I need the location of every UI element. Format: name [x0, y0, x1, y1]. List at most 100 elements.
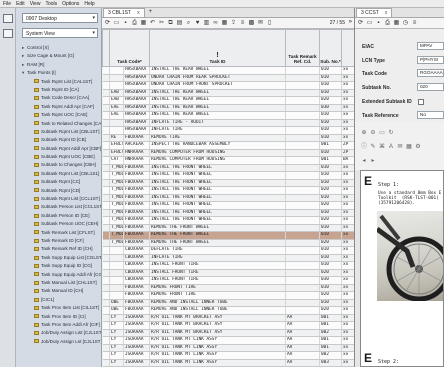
table-cell[interactable]: HRSXBAAA [123, 81, 150, 90]
save-icon[interactable]: ▪ [375, 20, 382, 27]
table-cell[interactable]: INSTALL THE REAR WHEEL [149, 89, 286, 97]
table-cell[interactable]: INSTALL THE REAR WHEEL [149, 111, 286, 120]
refresh-icon[interactable]: ⟳ [357, 20, 364, 27]
table-cell[interactable]: ZP [341, 141, 354, 150]
table-cell[interactable]: EAE [109, 104, 124, 112]
table-cell[interactable] [102, 186, 110, 195]
sidebar-tree-item[interactable]: Task Rqmt List [CAL1ST] [16, 78, 101, 86]
table-cell[interactable] [102, 299, 110, 307]
table-row[interactable]: HRSXBAAA UNDAR CHAIN FROM FRONT SPROCKET 0… [102, 81, 354, 90]
table-cell[interactable]: CBOXAAA [123, 246, 150, 255]
table-row[interactable]: T_MOD FBOXAAA INSTALL THE FRONT WHEEL 010 xx [102, 209, 354, 217]
list-icon[interactable]: ≡ [239, 20, 246, 27]
table-cell[interactable]: xx [341, 171, 354, 180]
table-row[interactable]: LY JSOAAAA R/R OIL TANK MT LINK ASSY AA 001 x… [102, 336, 354, 345]
table-cell[interactable]: xx [341, 321, 354, 330]
table-cell[interactable] [102, 134, 110, 142]
table-row[interactable]: T_MOD FBOXAAA INSTALL THE FRONT WHEEL 010 xx [102, 171, 354, 180]
close-icon[interactable]: x [137, 9, 140, 17]
table-row[interactable]: RE FBOXAAA REMOVE TIRE 010 xx [102, 134, 354, 142]
table-cell[interactable]: R/R OIL TANK MT LINK ASSY [149, 336, 286, 345]
favorite-icon[interactable]: ♥ [194, 20, 201, 27]
zoom-in-icon[interactable]: ⊕ [361, 130, 367, 136]
table-cell[interactable] [102, 306, 110, 315]
sidebar-tree-item[interactable]: Subtask Person ID [CE] [16, 212, 101, 220]
table-cell[interactable]: 010 [319, 284, 342, 292]
table-cell[interactable]: CBOXAAA [123, 276, 150, 285]
table-cell[interactable]: INFLATE TIRE [149, 254, 286, 262]
table-cell[interactable]: R/R OIL TANK MT LINK ASSY [149, 344, 286, 352]
table-cell[interactable] [285, 96, 320, 105]
table-cell[interactable]: AA [285, 359, 320, 367]
table-cell[interactable] [102, 216, 110, 225]
table-cell[interactable] [102, 254, 110, 262]
table-cell[interactable]: REMOVE FRONT TIRE [149, 291, 286, 300]
table-row[interactable]: T_MOD FBOXAAA INSTALL THE FRONT WHEEL 020 xx [102, 186, 354, 195]
table-row[interactable]: CBOXAAA INSTALL FRONT TIRE 010 xx [102, 261, 354, 270]
table-cell[interactable]: LY [109, 329, 124, 337]
menu-item[interactable]: Options [62, 1, 79, 7]
col-header-sub-no[interactable]: Sub. No.* [319, 29, 342, 67]
sidebar-tree-item[interactable]: Subtask Rqmt List [CCL1ST] [16, 195, 101, 203]
table-cell[interactable]: INSTALL THE REAR WHEEL [149, 66, 286, 75]
table-row[interactable]: HRSXBAAA INFLATE TIRE - AUDIT 010 xx [102, 119, 354, 127]
sidebar-tree-item[interactable]: ▾ Task Points [I] [16, 69, 101, 77]
table-cell[interactable]: HRSXBAAA [123, 111, 150, 120]
col-header-task-id[interactable]: ! Task ID [149, 29, 286, 67]
table-cell[interactable] [102, 179, 110, 187]
table-cell[interactable]: xx [341, 314, 354, 322]
menu-item[interactable]: Tools [45, 1, 57, 7]
table-cell[interactable]: xx [341, 81, 354, 90]
table-cell[interactable] [102, 104, 110, 112]
table-cell[interactable]: 010 [319, 134, 342, 142]
table-cell[interactable]: T_MOD [109, 179, 124, 187]
table-cell[interactable] [285, 261, 320, 270]
menu-item[interactable]: Help [84, 1, 94, 7]
prev-icon[interactable]: ◂ [361, 158, 367, 164]
table-cell[interactable]: xx [341, 164, 354, 172]
table-cell[interactable]: xx [341, 179, 354, 187]
sidebar-tree-item[interactable]: Subtask Rqmt Addl Apr [CBF] [16, 145, 101, 153]
table-cell[interactable] [102, 224, 110, 232]
table-cell[interactable]: xx [341, 351, 354, 360]
table-cell[interactable]: INSTALL THE FRONT WHEEL [149, 201, 286, 210]
task-ref-field[interactable]: No [417, 111, 444, 119]
table-cell[interactable]: INFLATE TIRE [149, 126, 286, 135]
table-cell[interactable]: xx [341, 201, 354, 210]
table-cell[interactable] [285, 66, 320, 75]
table-cell[interactable]: xx [341, 344, 354, 352]
table-cell[interactable]: LY [109, 336, 124, 345]
table-cell[interactable] [102, 111, 110, 120]
table-cell[interactable]: CBOXAAA [123, 269, 150, 277]
table-cell[interactable]: T_MOD [109, 164, 124, 172]
table-cell[interactable] [285, 299, 320, 307]
table-cell[interactable] [285, 269, 320, 277]
table-cell[interactable]: 010 [319, 111, 342, 120]
table-cell[interactable] [285, 194, 320, 202]
table-cell[interactable]: xx [341, 96, 354, 105]
table-cell[interactable] [109, 74, 124, 82]
table-cell[interactable] [109, 284, 124, 292]
table-cell[interactable]: UBE [109, 299, 124, 307]
table-cell[interactable] [102, 149, 110, 157]
print-icon[interactable]: ⎙ [131, 20, 138, 27]
table-cell[interactable] [285, 164, 320, 172]
table-cell[interactable]: R/R OIL TANK MT LINK ASSY [149, 359, 286, 367]
info-icon[interactable]: ⓘ [361, 144, 367, 150]
table-row[interactable]: UBE FBOXAAA REMOVE AND INSTALL INNER TUBE 0… [102, 299, 354, 307]
text-icon[interactable]: A [388, 144, 394, 150]
lcn-type-field[interactable]: P|PHYSI [417, 56, 444, 64]
table-cell[interactable]: REMOVE THE FRONT WHEEL [149, 224, 286, 232]
table-row[interactable]: EAE HRSXBAAA INSTALL THE REAR WHEEL 030 xx [102, 104, 354, 112]
menu-item[interactable]: File [3, 1, 11, 7]
table-cell[interactable] [285, 231, 320, 240]
table-row[interactable]: CBOXAAA DEFLATE TIRE 010 xx [102, 246, 354, 255]
zoom-out-icon[interactable]: ⊖ [370, 130, 376, 136]
desktop-select[interactable]: 0907 Desktop ▾ [22, 13, 98, 23]
table-cell[interactable] [102, 276, 110, 285]
table-row[interactable]: LY JSOAAAA R/R OIL TANK MT LINK ASSY AA 001 x… [102, 344, 354, 352]
table-cell[interactable] [285, 284, 320, 292]
table-cell[interactable]: HRSXBAAA [123, 126, 150, 135]
search-icon[interactable]: ⌕ [185, 20, 192, 27]
table-cell[interactable]: 001 [319, 321, 342, 330]
